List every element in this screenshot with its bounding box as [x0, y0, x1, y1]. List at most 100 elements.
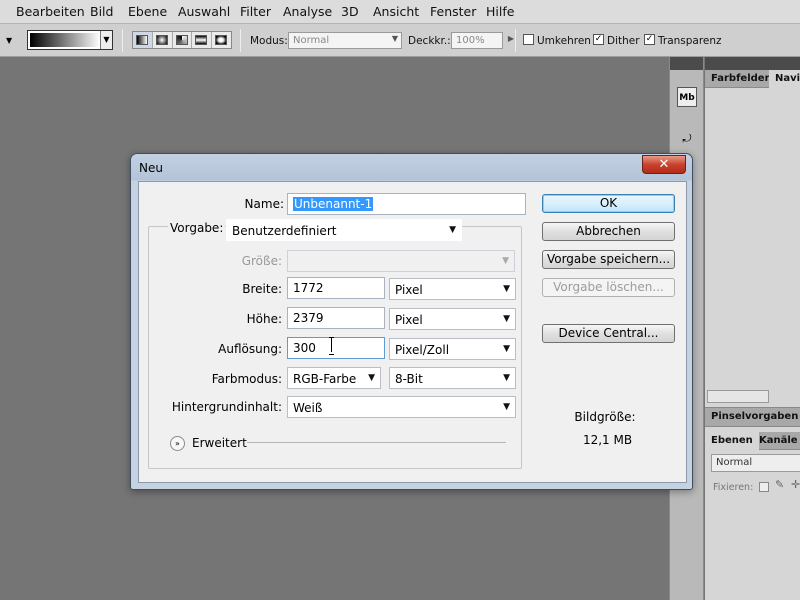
- preset-select[interactable]: Benutzerdefiniert ▼: [226, 219, 462, 241]
- advanced-label[interactable]: Erweitert: [192, 436, 247, 450]
- brush-icon[interactable]: ✎: [775, 478, 784, 491]
- tool-preset-caret-icon[interactable]: ▼: [6, 36, 12, 45]
- text-cursor-icon: [329, 337, 335, 355]
- delete-preset-button: Vorgabe löschen...: [542, 278, 675, 297]
- gradient-preview: [30, 33, 100, 47]
- name-field[interactable]: Unbenannt-1: [287, 193, 526, 215]
- tab-pinselvorgaben[interactable]: Pinselvorgaben: [705, 408, 800, 426]
- tab-kanaele[interactable]: Kanäle: [753, 432, 800, 450]
- chevron-down-icon: ▼: [368, 373, 375, 383]
- cancel-button[interactable]: Abbrechen: [542, 222, 675, 241]
- reverse-checkbox[interactable]: [523, 34, 534, 45]
- diamond-gradient-icon: [215, 35, 228, 45]
- chevron-down-icon: ▼: [503, 344, 510, 354]
- strip-header[interactable]: [670, 57, 703, 70]
- angle-gradient-button[interactable]: [173, 32, 193, 48]
- bit-depth-select[interactable]: 8-Bit ▼: [389, 367, 516, 389]
- name-value: Unbenannt-1: [293, 197, 374, 211]
- divider: [515, 29, 516, 52]
- preset-label: Vorgabe:: [168, 221, 226, 235]
- move-icon[interactable]: ✛: [791, 478, 800, 491]
- reverse-label: Umkehren: [537, 35, 591, 47]
- horizontal-scrollbar[interactable]: [707, 390, 769, 403]
- angle-gradient-icon: [175, 35, 188, 45]
- diamond-gradient-button[interactable]: [212, 32, 231, 48]
- bit-depth-value: 8-Bit: [395, 372, 423, 386]
- background-select[interactable]: Weiß ▼: [287, 396, 516, 418]
- chevron-down-icon: ▼: [503, 314, 510, 324]
- gradient-picker[interactable]: ▼: [27, 30, 113, 50]
- layers-panel: Pinselvorgaben Ebenen Kanäle Normal Fixi…: [705, 407, 800, 600]
- chevron-right-icon[interactable]: ▶: [508, 34, 514, 43]
- mode-label: Modus:: [250, 35, 288, 47]
- transparency-checkbox[interactable]: ✓: [644, 34, 655, 45]
- linear-gradient-icon: [136, 35, 148, 45]
- mode-select[interactable]: Normal ▼: [288, 32, 402, 49]
- chevron-down-icon[interactable]: ▼: [100, 31, 112, 49]
- tab-farbfelder[interactable]: Farbfelder: [705, 70, 776, 88]
- height-field[interactable]: 2379: [287, 307, 385, 329]
- radial-gradient-icon: [155, 35, 168, 45]
- menu-fenster[interactable]: Fenster: [430, 4, 476, 19]
- menu-analyse[interactable]: Analyse: [283, 4, 332, 19]
- blend-mode-select[interactable]: Normal: [711, 454, 800, 472]
- resolution-unit-select[interactable]: Pixel/Zoll ▼: [389, 338, 516, 360]
- panel-tabs: Pinselvorgaben: [705, 408, 800, 427]
- linear-gradient-button[interactable]: [133, 32, 153, 48]
- width-unit-select[interactable]: Pixel ▼: [389, 278, 516, 300]
- close-button[interactable]: ✕: [642, 155, 686, 174]
- resolution-unit-value: Pixel/Zoll: [395, 343, 450, 357]
- width-value: 1772: [293, 281, 324, 295]
- mode-value: Normal: [293, 35, 330, 46]
- menu-hilfe[interactable]: Hilfe: [486, 4, 514, 19]
- background-value: Weiß: [293, 401, 323, 415]
- color-mode-label: Farbmodus:: [211, 372, 282, 386]
- menu-bar: Bearbeiten Bild Ebene Auswahl Filter Ana…: [0, 0, 800, 24]
- radial-gradient-button[interactable]: [153, 32, 173, 48]
- gradient-type-group: [132, 31, 232, 49]
- dither-checkbox[interactable]: ✓: [593, 34, 604, 45]
- history-icon[interactable]: ⤾: [677, 129, 697, 149]
- menu-bearbeiten[interactable]: Bearbeiten: [16, 4, 85, 19]
- menu-3d[interactable]: 3D: [341, 4, 359, 19]
- opacity-label: Deckkr.:: [408, 35, 451, 47]
- ok-button[interactable]: OK: [542, 194, 675, 213]
- opacity-input[interactable]: 100% ▶: [451, 32, 514, 49]
- height-value: 2379: [293, 311, 324, 325]
- resolution-field[interactable]: 300: [287, 337, 385, 359]
- menu-auswahl[interactable]: Auswahl: [178, 4, 230, 19]
- chevron-down-icon: ▼: [503, 373, 510, 383]
- expand-chevron-icon[interactable]: »: [170, 436, 185, 451]
- color-mode-value: RGB-Farbe: [293, 372, 357, 386]
- menu-filter[interactable]: Filter: [240, 4, 271, 19]
- height-unit-select[interactable]: Pixel ▼: [389, 308, 516, 330]
- menu-ebene[interactable]: Ebene: [128, 4, 167, 19]
- width-unit-value: Pixel: [395, 283, 423, 297]
- tab-navigator[interactable]: Navig: [769, 70, 800, 88]
- lock-label: Fixieren:: [713, 482, 754, 493]
- panel-tabs: Farbfelder Navig: [705, 70, 800, 88]
- mini-bridge-icon[interactable]: Mb: [677, 87, 697, 107]
- tab-ebenen[interactable]: Ebenen: [705, 432, 759, 450]
- panel-tabs: Ebenen Kanäle: [705, 432, 800, 450]
- width-label: Breite:: [242, 282, 282, 296]
- menu-bild[interactable]: Bild: [90, 4, 113, 19]
- opacity-value: 100%: [456, 35, 485, 46]
- size-select: ▼: [287, 250, 515, 272]
- divider: [240, 29, 241, 52]
- chevron-down-icon: ▼: [503, 284, 510, 294]
- reflected-gradient-button[interactable]: [192, 32, 213, 48]
- lock-transparency-icon[interactable]: [759, 482, 769, 492]
- save-preset-button[interactable]: Vorgabe speichern...: [542, 250, 675, 269]
- panel-header[interactable]: [705, 57, 800, 70]
- image-size-label: Bildgröße:: [574, 410, 636, 424]
- menu-ansicht[interactable]: Ansicht: [373, 4, 419, 19]
- divider: [247, 442, 506, 443]
- width-field[interactable]: 1772: [287, 277, 385, 299]
- chevron-down-icon: ▼: [391, 34, 398, 43]
- chevron-down-icon: ▼: [449, 225, 456, 235]
- color-mode-select[interactable]: RGB-Farbe ▼: [287, 367, 381, 389]
- resolution-value: 300: [293, 341, 316, 355]
- device-central-button[interactable]: Device Central...: [542, 324, 675, 343]
- name-label: Name:: [244, 197, 284, 211]
